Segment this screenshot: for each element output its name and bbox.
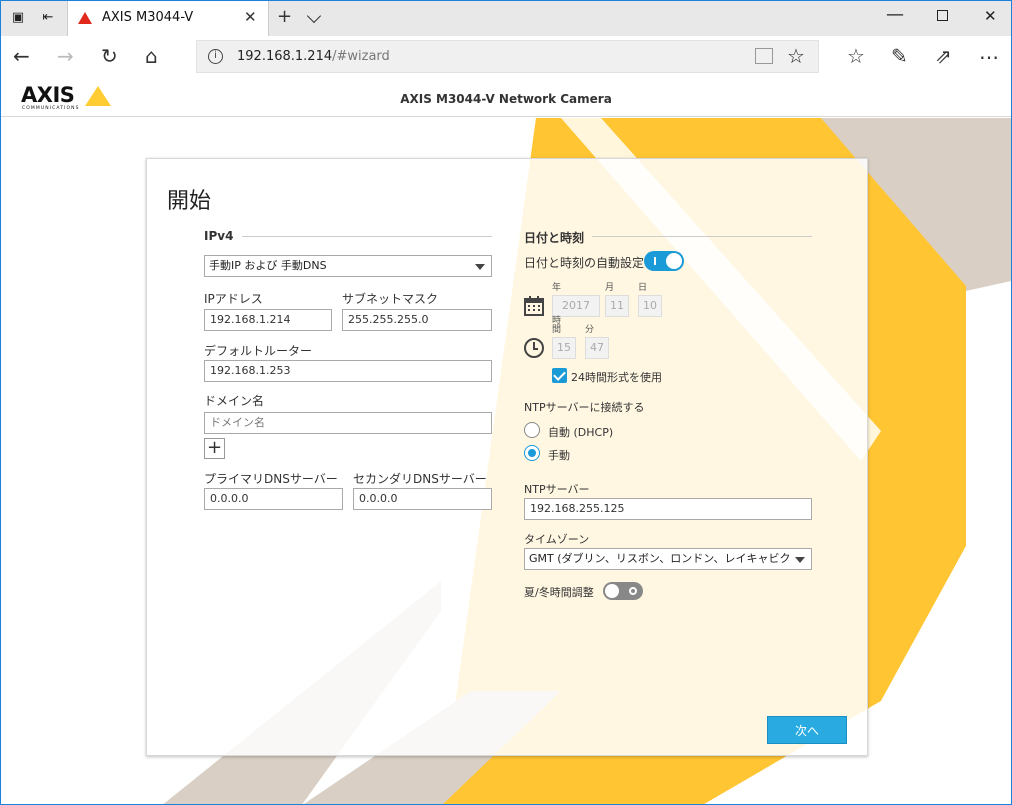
minimize-icon[interactable]: — [886, 4, 904, 25]
day-label: 日 [638, 283, 648, 293]
dst-label: 夏/冬時間調整 [524, 586, 594, 599]
default-router-label: デフォルトルーター [204, 344, 313, 358]
refresh-icon[interactable]: ↻ [101, 45, 118, 67]
ipv4-divider [242, 236, 492, 237]
auto-datetime-label: 日付と時刻の自動設定 [524, 256, 645, 270]
minute-input[interactable]: 47 [585, 337, 609, 359]
add-domain-button[interactable]: + [204, 438, 225, 459]
browser-tab[interactable]: AXIS M3044-V ✕ [67, 1, 269, 36]
ip-address-input[interactable]: 192.168.1.214 [204, 309, 332, 331]
axis-favicon-icon [78, 12, 92, 24]
secondary-dns-label: セカンダリDNSサーバー [353, 472, 487, 486]
ipv4-mode-value: 手動IP および 手動DNS [209, 259, 327, 272]
app-title: AXIS M3044-V Network Camera [400, 92, 612, 106]
favorites-icon[interactable]: ☆ [847, 45, 865, 67]
close-tab-icon[interactable]: ✕ [244, 8, 257, 26]
month-input[interactable]: 11 [605, 295, 629, 317]
tab-bar: ▣ ⇤ AXIS M3044-V ✕ + — ✕ [1, 1, 1011, 36]
dst-toggle[interactable] [603, 582, 643, 600]
auto-datetime-toggle[interactable] [644, 251, 684, 271]
ipv4-section-title: IPv4 [204, 229, 234, 243]
year-label: 年 [552, 283, 562, 293]
tab-title: AXIS M3044-V [102, 10, 194, 25]
datetime-divider [592, 236, 812, 237]
maximize-icon[interactable] [937, 10, 948, 21]
ip-address-label: IPアドレス [204, 292, 263, 306]
calendar-icon [524, 296, 544, 316]
browser-window: ▣ ⇤ AXIS M3044-V ✕ + — ✕ ← → ↻ ⌂ i 192.1… [0, 0, 1012, 805]
close-window-icon[interactable]: ✕ [984, 7, 997, 25]
format24-label: 24時間形式を使用 [571, 371, 662, 384]
clock-icon [524, 338, 544, 358]
tab-list-chevron-icon[interactable] [306, 8, 322, 24]
page-title: 開始 [167, 189, 212, 214]
timezone-label: タイムゾーン [524, 533, 590, 546]
subnet-mask-input[interactable]: 255.255.255.0 [342, 309, 492, 331]
default-router-input[interactable]: 192.168.1.253 [204, 360, 492, 382]
more-icon[interactable]: … [979, 41, 999, 63]
new-tab-icon[interactable]: + [277, 6, 292, 27]
hour-label: 時間 [552, 316, 562, 335]
tabs-aside-icon[interactable]: ▣ [9, 9, 27, 27]
domain-name-input[interactable]: ドメイン名 [204, 412, 492, 434]
hour-input[interactable]: 15 [552, 337, 576, 359]
timezone-value: GMT (ダブリン、リスボン、ロンドン、レイキャビク) [529, 552, 795, 565]
ntp-auto-label: 自動 (DHCP) [548, 426, 614, 439]
month-label: 月 [605, 283, 615, 293]
datetime-section-title: 日付と時刻 [524, 231, 585, 245]
ntp-server-label: NTPサーバー [524, 483, 590, 496]
url-text[interactable]: 192.168.1.214/#wizard [237, 49, 390, 64]
dropdown-arrow-icon [475, 264, 485, 270]
format24-checkbox[interactable] [552, 368, 567, 383]
info-icon[interactable]: i [208, 49, 223, 64]
dropdown-arrow-icon [795, 557, 805, 563]
primary-dns-input[interactable]: 0.0.0.0 [204, 488, 343, 510]
secondary-dns-input[interactable]: 0.0.0.0 [353, 488, 492, 510]
minute-label: 分 [585, 325, 595, 335]
next-button[interactable]: 次へ [767, 716, 847, 744]
home-icon[interactable]: ⌂ [145, 45, 158, 67]
set-tabs-aside-icon[interactable]: ⇤ [39, 9, 57, 27]
year-input[interactable]: 2017 [552, 295, 600, 317]
day-input[interactable]: 10 [638, 295, 662, 317]
subnet-mask-label: サブネットマスク [342, 292, 439, 306]
back-icon[interactable]: ← [13, 45, 30, 67]
forward-icon[interactable]: → [57, 45, 74, 67]
app-header: AXIS COMMUNICATIONS AXIS M3044-V Network… [1, 78, 1011, 117]
share-icon[interactable]: ⇗ [935, 45, 952, 67]
ntp-server-input[interactable]: 192.168.255.125 [524, 498, 812, 520]
ipv4-mode-select[interactable]: 手動IP および 手動DNS [204, 255, 492, 277]
ntp-connect-label: NTPサーバーに接続する [524, 401, 645, 414]
address-bar[interactable]: i 192.168.1.214/#wizard ☆ [196, 40, 819, 73]
logo-subtitle: COMMUNICATIONS [22, 106, 80, 111]
primary-dns-label: プライマリDNSサーバー [204, 472, 338, 486]
timezone-select[interactable]: GMT (ダブリン、リスボン、ロンドン、レイキャビク) [524, 548, 812, 570]
ntp-manual-label: 手動 [548, 449, 570, 462]
ntp-auto-radio[interactable] [524, 422, 540, 438]
favorite-star-icon[interactable]: ☆ [787, 44, 805, 68]
domain-name-label: ドメイン名 [204, 394, 265, 408]
wizard-card: 開始 IPv4 手動IP および 手動DNS IPアドレス 192.168.1.… [146, 158, 868, 756]
nav-bar: ← → ↻ ⌂ i 192.168.1.214/#wizard ☆ ☆ ✎ ⇗ … [1, 36, 1011, 78]
ntp-manual-radio[interactable] [524, 445, 540, 461]
reading-view-icon[interactable] [755, 48, 773, 64]
notes-pen-icon[interactable]: ✎ [891, 45, 908, 67]
